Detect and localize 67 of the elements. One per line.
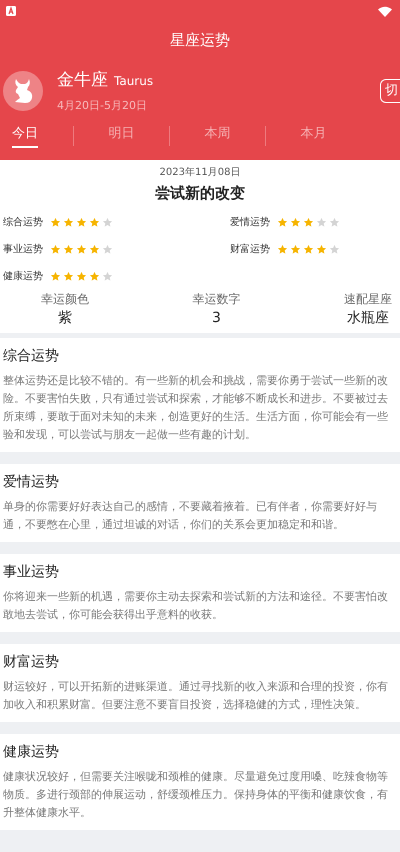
sign-dates: 4月20日-5月20日	[57, 98, 148, 114]
tab[interactable]: 本周	[170, 121, 265, 151]
sign-name: 金牛座	[57, 69, 108, 92]
fortune-text-line: 通，不要憋在心里，通过坦诚的对话，你们的关系会更加稳定和和谐。	[3, 516, 345, 532]
star-icon	[277, 244, 288, 254]
rating-label: 综合运势	[3, 216, 43, 230]
fortune-text-line: 升整体健康水平。	[3, 804, 92, 820]
page-title: 星座运势	[170, 30, 230, 51]
star-icon	[303, 244, 314, 254]
star-icon	[102, 216, 113, 228]
fortune-text-line: 财运较好，可以开拓新的进账渠道。通过寻找新的收入来源和合理的投资，你有	[3, 678, 389, 694]
star-icon	[290, 244, 301, 254]
lucky-value: 紫	[58, 308, 72, 328]
fortune-text-line: 险。不要害怕失败，只有通过尝试和探索，才能够不断成长和进步。不要被过去	[3, 390, 389, 406]
rating-label: 爱情运势	[230, 216, 270, 230]
star-icon	[89, 270, 100, 282]
star-icon	[76, 216, 87, 228]
fortune-text-line: 加收入和积累财富。但要注意不要盲目投资，选择稳健的方式，理性决策。	[3, 696, 367, 712]
star-icon	[102, 270, 113, 282]
star-icon	[277, 216, 288, 228]
lucky-value: 水瓶座	[347, 308, 389, 328]
star-icon	[50, 216, 61, 228]
fortune-text-line: 单身的你需要好好表达自己的感情，不要藏着掖着。已有伴者，你需要好好与	[3, 498, 378, 514]
star-icon	[63, 216, 74, 228]
section-title: 财富运势	[3, 652, 60, 672]
tab[interactable]: 今日	[0, 121, 73, 151]
rating-label: 事业运势	[3, 242, 43, 256]
star-icon	[89, 216, 100, 228]
star-icon	[63, 244, 74, 254]
app-status-icon	[6, 6, 16, 16]
lucky-label: 速配星座	[344, 290, 392, 308]
section-title: 综合运势	[3, 346, 60, 366]
star-icon	[76, 244, 87, 254]
star-icon	[316, 216, 327, 228]
fortune-text-line: 整体运势还是比较不错的。有一些新的机会和挑战，需要你勇于尝试一些新的改	[3, 372, 389, 388]
star-icon	[329, 216, 340, 228]
switch-button[interactable]: 切	[380, 79, 400, 103]
headline: 尝试新的改变	[155, 183, 245, 204]
fortune-text-line: 所束缚，要敢于面对未知的未来，创造更好的生活。生活方面，你可能会有一些	[3, 408, 389, 424]
sign-latin-name: Taurus	[114, 73, 154, 90]
fortune-text-line: 你将迎来一些新的机遇，需要你主动去探索和尝试新的方法和途径。不要害怕改	[3, 588, 389, 604]
star-icon	[303, 216, 314, 228]
star-icon	[329, 244, 340, 254]
fortune-text-line: 验和发现，可以尝试与朋友一起做一些有趣的计划。	[3, 426, 257, 442]
star-icon	[290, 216, 301, 228]
fortune-text-line: 健康状况较好，但需要关注喉咙和颈椎的健康。尽量避免过度用嗓、吃辣食物等	[3, 768, 389, 784]
section-title: 爱情运势	[3, 472, 60, 492]
fortune-text-line: 敢地去尝试，你可能会获得出乎意料的收获。	[3, 606, 224, 622]
star-icon	[63, 270, 74, 282]
lucky-value: 3	[212, 308, 221, 328]
star-icon	[102, 244, 113, 254]
star-icon	[316, 244, 327, 254]
star-icon	[50, 270, 61, 282]
date-label: 2023年11月08日	[160, 166, 240, 180]
star-icon	[50, 244, 61, 254]
rating-label: 健康运势	[3, 270, 43, 284]
fortune-text-line: 物质。多进行颈部的伸展运动，舒缓颈椎压力。保持身体的平衡和健康饮食，有	[3, 786, 389, 802]
rating-label: 财富运势	[230, 242, 270, 256]
star-icon	[76, 270, 87, 282]
star-icon	[89, 244, 100, 254]
tab[interactable]: 明日	[74, 121, 169, 151]
wifi-icon	[378, 6, 392, 16]
tab[interactable]: 本月	[266, 121, 361, 151]
lucky-label: 幸运颜色	[41, 290, 89, 308]
lucky-label: 幸运数字	[192, 290, 240, 308]
section-title: 事业运势	[3, 562, 60, 582]
section-title: 健康运势	[3, 742, 60, 762]
